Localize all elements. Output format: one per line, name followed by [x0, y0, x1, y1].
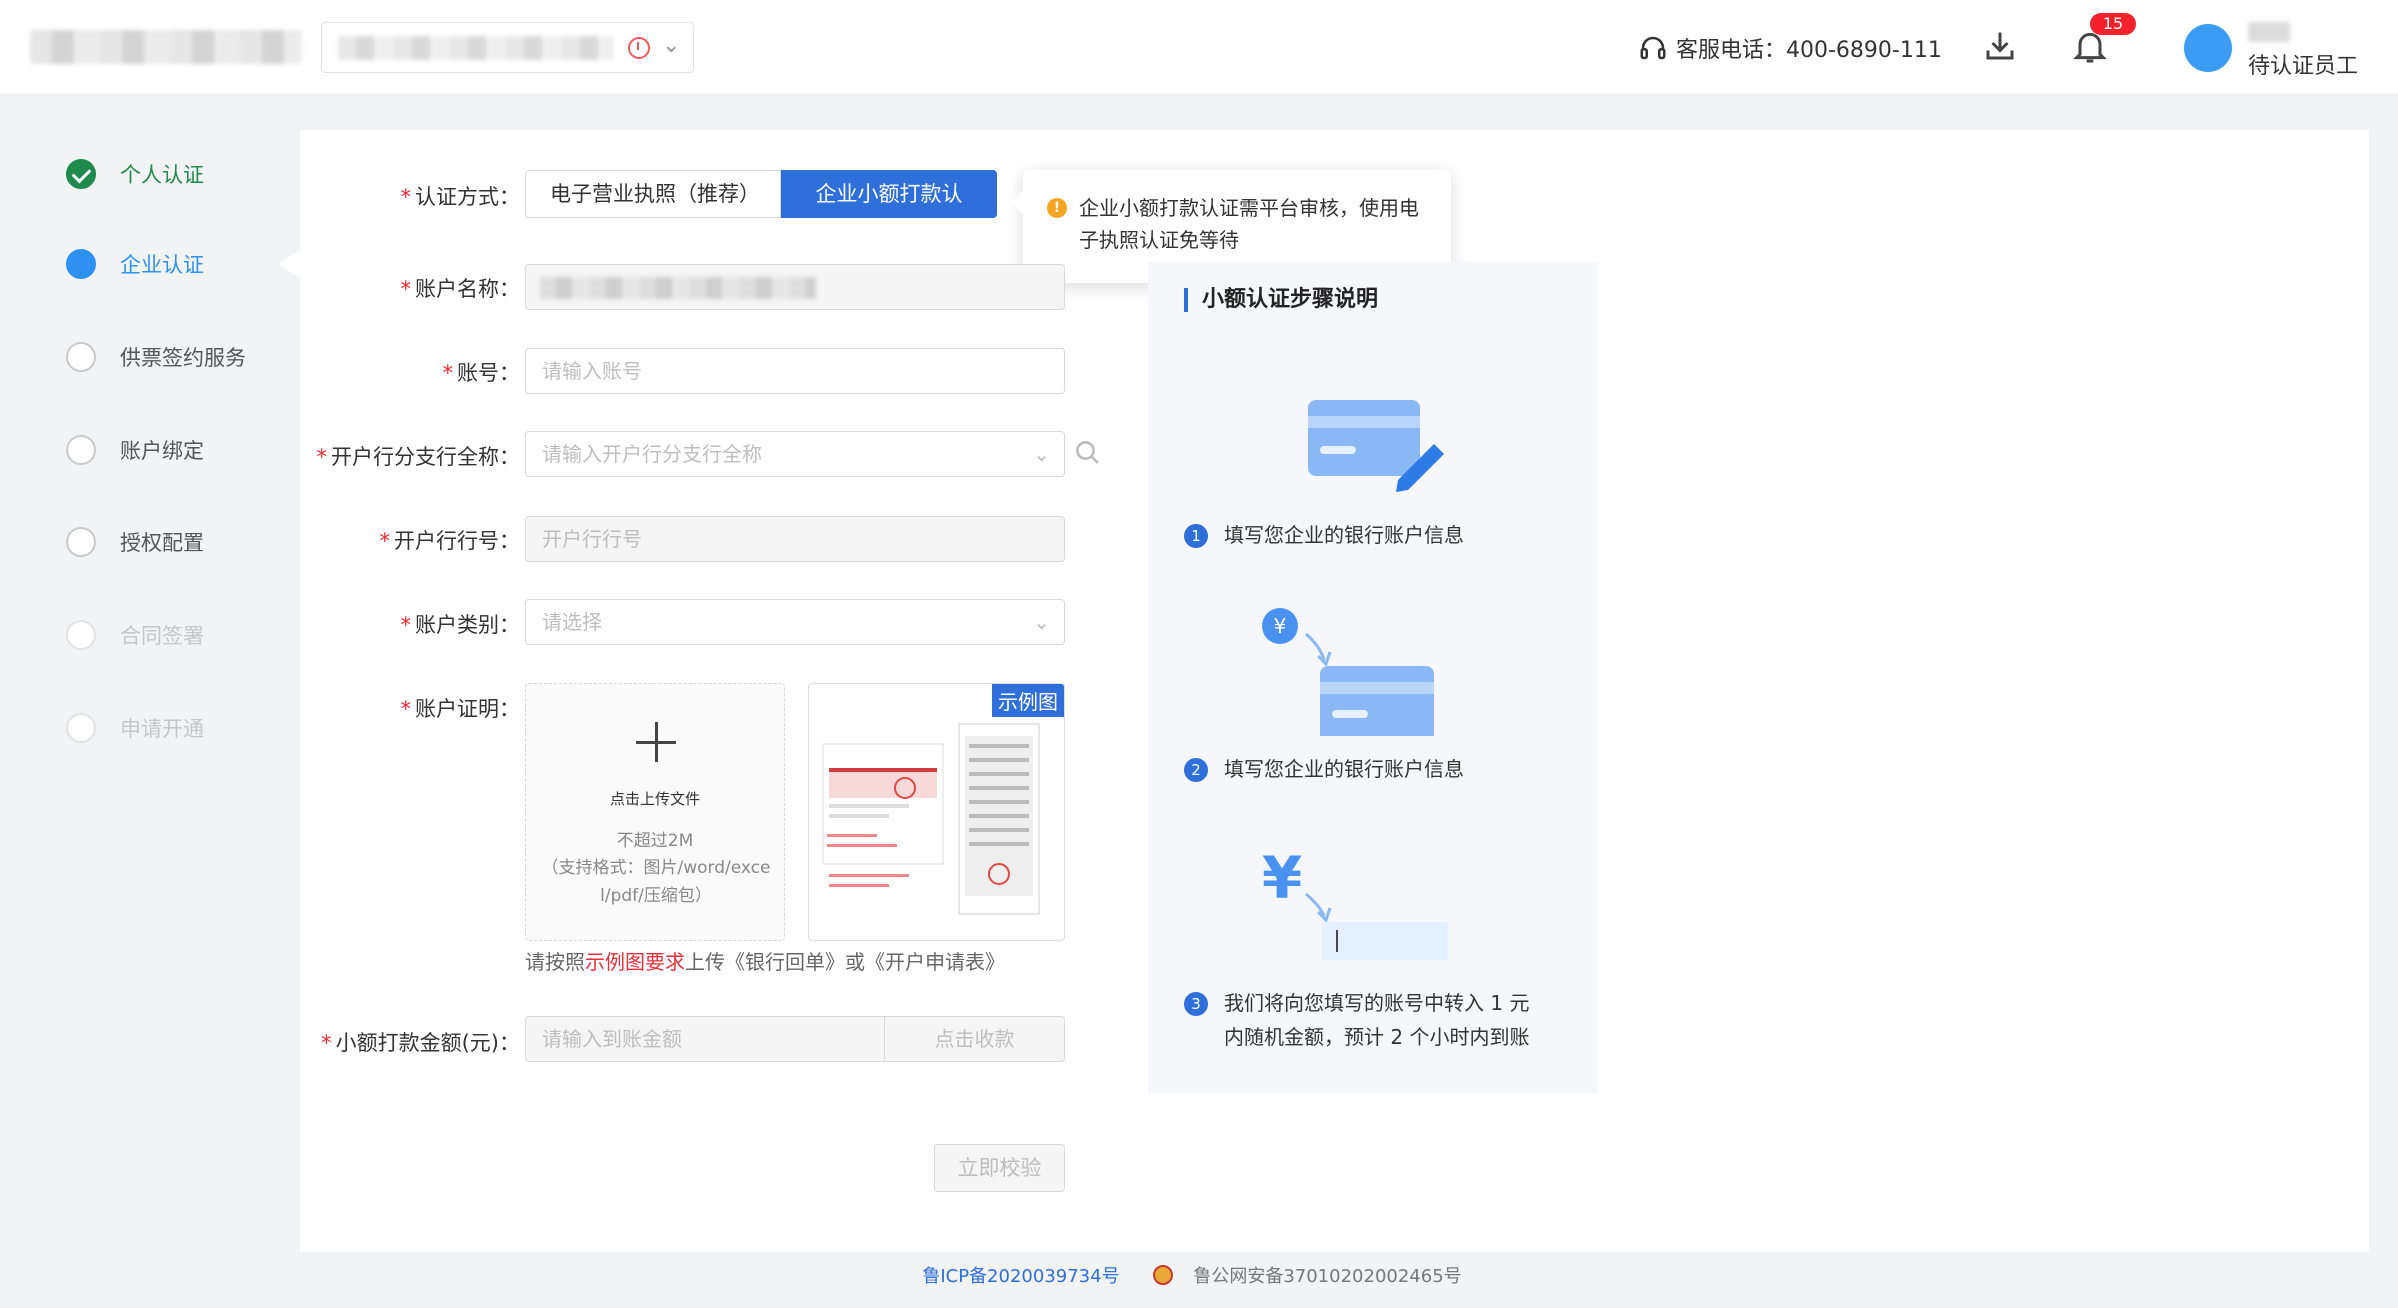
account-name-label: * 账户名称：	[400, 277, 521, 301]
step-number: 2	[1184, 758, 1208, 782]
step-number: 1	[1184, 524, 1208, 548]
sample-document-illustration	[822, 723, 1040, 915]
yuan-transfer-icon: ¥	[1262, 608, 1434, 736]
amount-label: * 小额打款金额(元)：	[321, 1031, 520, 1055]
account-name-field	[525, 264, 1065, 310]
guide-title: 小额认证步骤说明	[1184, 288, 1378, 312]
footer: 鲁ICP备2020039734号 鲁公网安备37010202002465号	[0, 1262, 2398, 1288]
download-icon[interactable]	[1982, 28, 2018, 64]
plus-icon	[636, 722, 676, 762]
tooltip-text: 企业小额打款认证需平台审核，使用电子执照认证免等待	[1079, 196, 1419, 252]
upload-dropzone[interactable]: 点击上传文件 不超过2M （支持格式：图片/word/excel/pdf/压缩包…	[525, 683, 785, 941]
yuan-input-icon: ¥	[1262, 852, 1448, 960]
svg-text:¥: ¥	[1274, 614, 1287, 638]
bank-branch-label: * 开户行分支行全称：	[316, 445, 521, 469]
upload-title: 点击上传文件	[609, 790, 700, 808]
search-icon[interactable]	[1073, 438, 1103, 468]
account-type-placeholder: 请选择	[542, 610, 602, 634]
svg-text:¥: ¥	[1262, 852, 1302, 912]
micro-deposit-guide: 小额认证步骤说明 1 填写您企业的银行账户信息 ¥ 2 填写您企业的银行账户信息…	[1148, 262, 1598, 1094]
account-no-label: * 账号：	[442, 361, 521, 385]
account-name-redacted	[540, 277, 816, 299]
method-label: * 认证方式：	[400, 185, 521, 209]
auth-method-toggle: 电子营业执照（推荐） 企业小额打款认证	[525, 170, 997, 252]
proof-label: * 账户证明：	[400, 697, 521, 721]
card-edit-icon	[1308, 400, 1444, 492]
guide-step-1: 1 填写您企业的银行账户信息	[1184, 518, 1464, 552]
user-name-redacted	[2248, 22, 2290, 42]
verify-button[interactable]: 立即校验	[934, 1144, 1065, 1192]
amount-input-group: 请输入到账金额 点击收款	[525, 1016, 1065, 1062]
warning-icon: !	[1047, 198, 1067, 218]
company-logo-redacted	[30, 30, 302, 64]
guide-step-2: 2 填写您企业的银行账户信息	[1184, 752, 1464, 786]
avatar[interactable]	[2184, 24, 2232, 72]
bank-code-label: * 开户行行号：	[379, 529, 521, 553]
notification-badge: 15	[2090, 13, 2136, 35]
chevron-down-icon: ⌄	[1033, 442, 1050, 466]
icp-link[interactable]: 鲁ICP备2020039734号	[922, 1266, 1119, 1287]
sample-tag: 示例图	[992, 684, 1064, 717]
sample-image[interactable]: 示例图	[808, 683, 1065, 941]
sample-requirement-link[interactable]: 示例图要求	[585, 950, 685, 974]
bank-code-field: 开户行行号	[525, 516, 1065, 562]
user-role: 待认证员工	[2248, 54, 2359, 79]
chevron-down-icon: ⌄	[662, 33, 681, 58]
headset-icon	[1640, 36, 1666, 60]
option-micro-deposit[interactable]: 企业小额打款认证	[781, 170, 997, 252]
account-type-select[interactable]: 请选择 ⌄	[525, 599, 1065, 645]
top-header: ⌄ 客服电话：400-6890-111 15 待认证员工	[0, 0, 2398, 95]
company-status-icon	[628, 37, 650, 59]
service-hotline: 客服电话：400-6890-111	[1638, 30, 1942, 66]
bank-branch-select[interactable]: 请输入开户行分支行全称 ⌄	[525, 431, 1065, 477]
account-number-input[interactable]: 请输入账号	[525, 348, 1065, 394]
police-record[interactable]: 鲁公网安备37010202002465号	[1153, 1265, 1475, 1287]
step-number: 3	[1184, 992, 1208, 1016]
upload-formats: （支持格式：图片/word/excel/pdf/压缩包）	[541, 858, 771, 906]
bank-branch-placeholder: 请输入开户行分支行全称	[542, 442, 762, 466]
guide-step-3: 3 我们将向您填写的账号中转入 1 元 内随机金额，预计 2 个小时内到账	[1184, 986, 1529, 1054]
account-type-label: * 账户类别：	[400, 613, 521, 637]
company-name-redacted	[338, 36, 614, 60]
upload-hint: 请按照示例图要求上传《银行回单》或《开户申请表》	[525, 950, 1005, 974]
option-e-license[interactable]: 电子营业执照（推荐）	[525, 170, 781, 218]
hotline-text: 客服电话：400-6890-111	[1676, 38, 1942, 63]
police-badge-icon	[1153, 1265, 1174, 1285]
chevron-down-icon: ⌄	[1033, 610, 1050, 634]
upload-limit: 不超过2M	[616, 831, 694, 851]
company-switcher[interactable]: ⌄	[321, 22, 694, 73]
collect-button[interactable]: 点击收款	[884, 1017, 1064, 1061]
amount-input[interactable]: 请输入到账金额	[542, 1017, 682, 1061]
